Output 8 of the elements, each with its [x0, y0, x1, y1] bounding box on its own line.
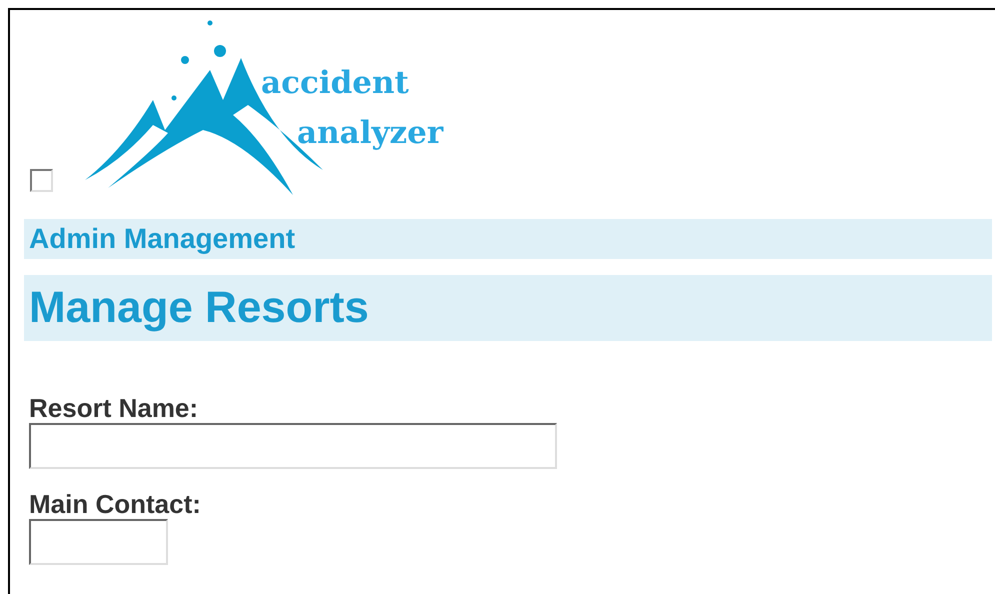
input-field[interactable] — [29, 519, 168, 565]
field-label: Resort Name: — [29, 393, 200, 423]
section-header: Admin Management — [24, 219, 992, 259]
logo-text: accident analyzer — [261, 64, 444, 153]
field-label: Main Contact: — [29, 489, 202, 519]
input-field[interactable] — [29, 423, 557, 469]
checkbox[interactable] — [30, 169, 53, 192]
page-title: Manage Resorts — [24, 275, 992, 341]
